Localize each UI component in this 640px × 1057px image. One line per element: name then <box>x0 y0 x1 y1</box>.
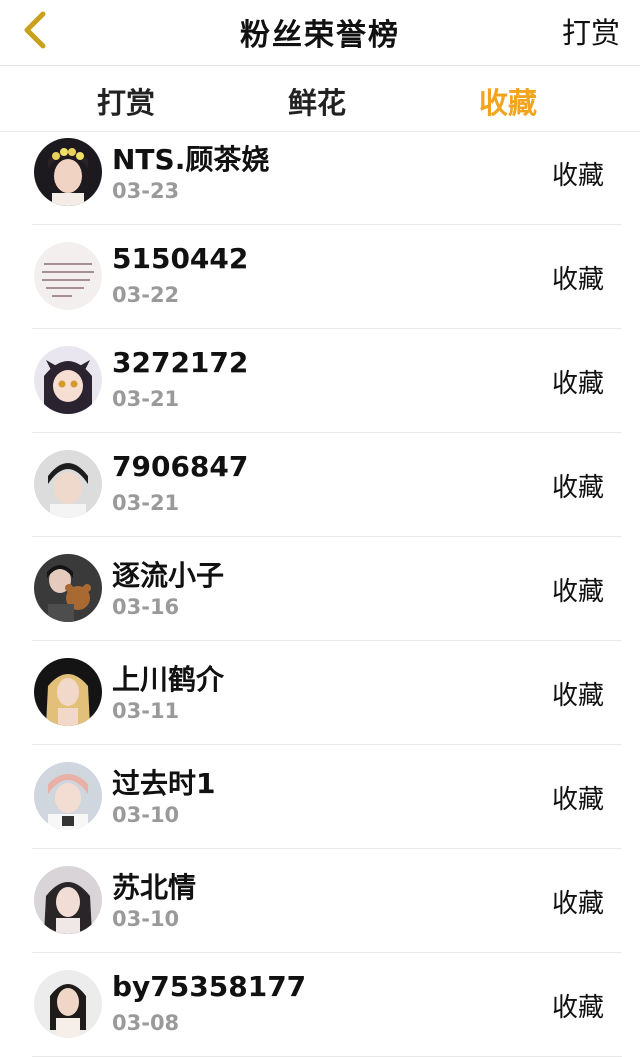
fan-list: NTS.顾茶娆 03-23 收藏 5150442 03-22 收藏 327217… <box>0 121 640 1057</box>
avatar <box>34 138 102 206</box>
fan-date: 03-10 <box>112 907 180 931</box>
top-navigation-bar: 粉丝荣誉榜 打赏 <box>0 0 640 66</box>
avatar <box>34 658 102 726</box>
action-label: 收藏 <box>551 369 604 399</box>
avatar <box>34 970 102 1038</box>
fan-name: by75358177 <box>112 970 307 1003</box>
avatar <box>34 866 102 934</box>
list-item[interactable]: 5150442 03-22 收藏 <box>32 225 622 329</box>
avatar <box>34 346 102 414</box>
action-label: 收藏 <box>551 889 604 919</box>
action-label: 收藏 <box>551 681 604 711</box>
page-title: 粉丝荣誉榜 <box>240 18 400 53</box>
avatar <box>34 242 102 310</box>
fan-name: 7906847 <box>112 450 249 483</box>
list-item[interactable]: 过去时1 03-10 收藏 <box>32 745 622 849</box>
fan-date: 03-10 <box>112 803 180 827</box>
fan-date: 03-11 <box>112 699 180 723</box>
list-item[interactable]: by75358177 03-08 收藏 <box>32 953 622 1057</box>
action-label: 收藏 <box>551 577 604 607</box>
avatar <box>34 762 102 830</box>
fan-name: 5150442 <box>112 242 249 275</box>
action-label: 收藏 <box>551 785 604 815</box>
tab-flowers[interactable]: 鲜花 <box>288 80 346 122</box>
list-item[interactable]: 3272172 03-21 收藏 <box>32 329 622 433</box>
list-item[interactable]: 上川鹤介 03-11 收藏 <box>32 641 622 745</box>
tab-reward[interactable]: 打赏 <box>97 80 155 122</box>
fan-date: 03-21 <box>112 491 180 515</box>
list-item[interactable]: NTS.顾茶娆 03-23 收藏 <box>32 121 622 225</box>
fan-name: 3272172 <box>112 346 249 379</box>
avatar <box>34 554 102 622</box>
reward-button[interactable]: 打赏 <box>562 10 620 52</box>
fan-date: 03-22 <box>112 283 180 307</box>
list-item[interactable]: 7906847 03-21 收藏 <box>32 433 622 537</box>
fan-name: 过去时1 <box>112 767 216 800</box>
fan-name: 苏北情 <box>112 871 197 904</box>
fan-name: 逐流小子 <box>112 559 225 592</box>
tab-favorites[interactable]: 收藏 <box>479 80 537 122</box>
action-label: 收藏 <box>551 473 604 503</box>
list-item[interactable]: 逐流小子 03-16 收藏 <box>32 537 622 641</box>
fan-date: 03-23 <box>112 179 180 203</box>
action-label: 收藏 <box>551 265 604 295</box>
list-item[interactable]: 苏北情 03-10 收藏 <box>32 849 622 953</box>
fan-name: 上川鹤介 <box>112 663 225 696</box>
action-label: 收藏 <box>551 993 604 1023</box>
avatar <box>34 450 102 518</box>
fan-date: 03-16 <box>112 595 180 619</box>
fan-name: NTS.顾茶娆 <box>112 143 270 176</box>
action-label: 收藏 <box>551 161 604 191</box>
fan-date: 03-21 <box>112 387 180 411</box>
fan-date: 03-08 <box>112 1011 180 1035</box>
